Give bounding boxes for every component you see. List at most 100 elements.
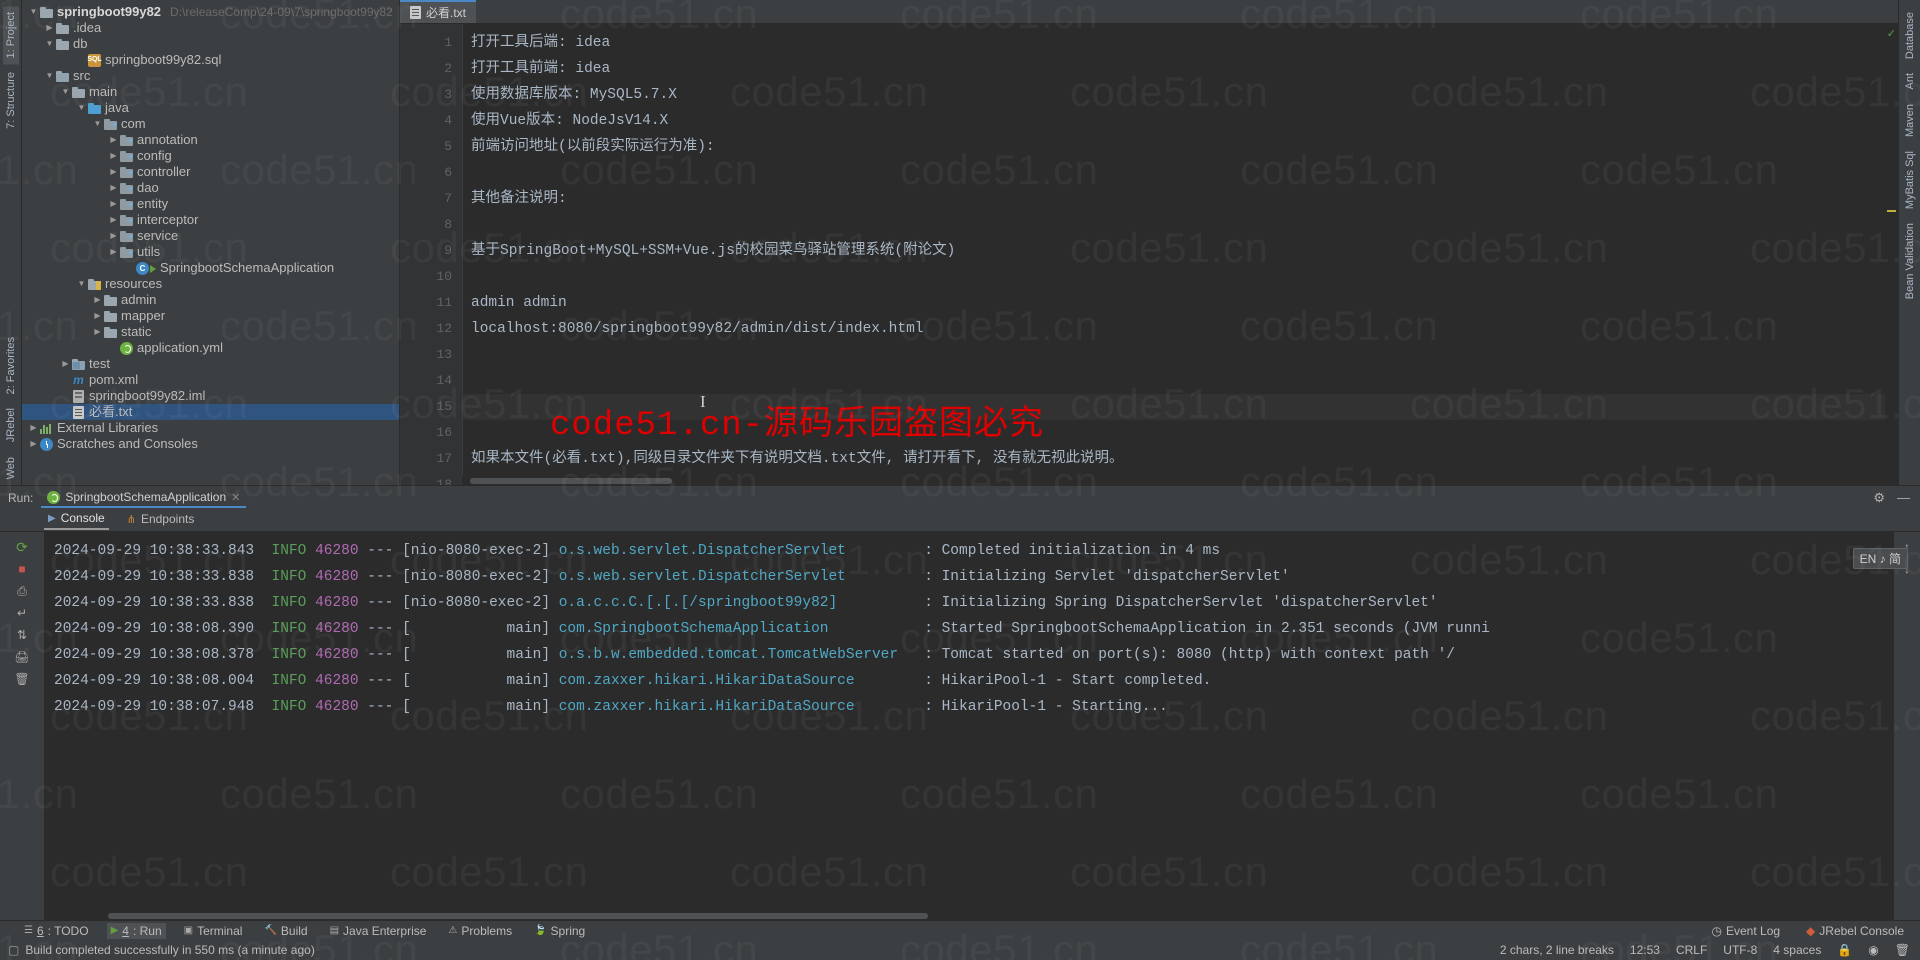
tree-item-config[interactable]: ▶ config [22, 148, 399, 164]
tree-item-springbootschemaapplication[interactable]: · SpringbootSchemaApplication [22, 260, 399, 276]
status-tool-run[interactable]: ▶ 4: Run [106, 922, 166, 939]
status-tool-terminal[interactable]: ▣ Terminal [180, 923, 247, 939]
chevron-right-icon[interactable]: ▶ [108, 244, 119, 260]
chevron-right-icon[interactable]: ▶ [92, 292, 103, 308]
chevron-right-icon[interactable]: ▶ [92, 308, 103, 324]
chevron-right-icon[interactable]: ▶ [60, 356, 71, 372]
tree-item-mapper[interactable]: ▶ mapper [22, 308, 399, 324]
tree-item-application-yml[interactable]: · application.yml [22, 340, 399, 356]
indent-setting[interactable]: 4 spaces [1773, 943, 1821, 957]
chevron-right-icon[interactable]: ▶ [28, 436, 39, 452]
screenshot-icon[interactable]: ⎙ [11, 580, 33, 602]
chevron-right-icon[interactable]: ▶ [44, 20, 55, 36]
chevron-right-icon[interactable]: ▶ [92, 324, 103, 340]
tree-item-springboot99y82-sql[interactable]: ·SQLspringboot99y82.sql [22, 52, 399, 68]
tree-item-label: SpringbootSchemaApplication [160, 260, 335, 275]
ime-language-badge[interactable]: EN ♪ 简 [1852, 548, 1908, 569]
status-tool-javaenterprise[interactable]: ▤ Java Enterprise [326, 923, 431, 939]
tree-item--txt[interactable]: · 必看.txt [22, 404, 399, 420]
caret-position[interactable]: 12:53 [1630, 943, 1660, 957]
status-tool-problems[interactable]: ⚠ Problems [444, 923, 516, 939]
status-tool-build[interactable]: 🔨 Build [260, 923, 311, 939]
marker-gutter[interactable]: ✓ [1885, 24, 1898, 485]
tab-endpoints[interactable]: ⋔ Endpoints [123, 512, 199, 529]
console-output[interactable]: 2024-09-29 10:38:33.843 INFO 46280 --- [… [44, 532, 1894, 920]
tree-item-annotation[interactable]: ▶ annotation [22, 132, 399, 148]
tool-tab-maven[interactable]: Maven [1902, 98, 1918, 143]
chevron-right-icon[interactable]: ▶ [108, 148, 119, 164]
editor-horizontal-scrollbar[interactable] [462, 476, 1898, 485]
tree-item-utils[interactable]: ▶ utils [22, 244, 399, 260]
tree-item-entity[interactable]: ▶ entity [22, 196, 399, 212]
tree-item-db[interactable]: ▼ db [22, 36, 399, 52]
chevron-right-icon[interactable]: ▶ [108, 196, 119, 212]
chevron-right-icon[interactable]: ▶ [108, 132, 119, 148]
jrebel-console-button[interactable]: ◆ JRebel Console [1802, 923, 1908, 939]
status-tool-todo[interactable]: ☰ 6: TODO [20, 923, 93, 939]
tool-tab-structure[interactable]: 7: Structure [3, 66, 19, 135]
tree-item-springboot99y82-iml[interactable]: · springboot99y82.iml [22, 388, 399, 404]
status-tool-spring[interactable]: 🍃 Spring [530, 923, 589, 939]
chevron-down-icon[interactable]: ▼ [92, 116, 103, 132]
tree-item-static[interactable]: ▶ static [22, 324, 399, 340]
clear-all-icon[interactable]: 🗑 [11, 668, 33, 690]
tree-item-admin[interactable]: ▶ admin [22, 292, 399, 308]
stop-icon[interactable]: ■ [11, 558, 33, 580]
tree-item-src[interactable]: ▼ src [22, 68, 399, 84]
editor-tab-必看-txt[interactable]: 必看.txt [400, 0, 477, 23]
tree-item-external-libraries[interactable]: ▶ External Libraries [22, 420, 399, 436]
tree-item--idea[interactable]: ▶ .idea [22, 20, 399, 36]
chevron-down-icon[interactable]: ▼ [76, 276, 87, 292]
chevron-right-icon[interactable]: ▶ [108, 228, 119, 244]
print-icon[interactable]: 🖨 [11, 646, 33, 668]
minimize-icon[interactable]: — [1897, 490, 1910, 506]
tree-item-service[interactable]: ▶ service [22, 228, 399, 244]
chevron-down-icon[interactable]: ▼ [28, 4, 39, 20]
project-root-row[interactable]: ▼ springboot99y82 D:\releaseComp\24-09\7\s… [22, 4, 399, 20]
chevron-right-icon[interactable]: ▶ [108, 180, 119, 196]
tool-tab-ant[interactable]: Ant [1902, 67, 1918, 96]
tree-item-scratches-and-consoles[interactable]: ▶ Scratches and Consoles [22, 436, 399, 452]
tree-item-resources[interactable]: ▼ resources [22, 276, 399, 292]
line-separator[interactable]: CRLF [1676, 943, 1707, 957]
tree-item-pom-xml[interactable]: ·m pom.xml [22, 372, 399, 388]
tool-tab-project[interactable]: 1: Project [2, 6, 19, 65]
lock-icon[interactable]: 🔒 [1837, 943, 1852, 957]
chevron-down-icon[interactable]: ▼ [44, 36, 55, 52]
project-tree[interactable]: ▼ springboot99y82 D:\releaseComp\24-09\7\s… [22, 0, 399, 485]
scroll-to-end-icon[interactable]: ⇅ [11, 624, 33, 646]
editor-viewport[interactable]: 1 2 3 4 5 6 7 8 9 10 11 12 13 14 15 16 17 18 打开工具后端: idea… [400, 24, 1898, 485]
rerun-icon[interactable]: ⟳ [11, 536, 33, 558]
wrap-text-icon[interactable]: ↵ [11, 602, 33, 624]
tool-tab-favorites[interactable]: 2: Favorites [3, 331, 19, 400]
chevron-right-icon[interactable]: ▶ [108, 212, 119, 228]
tree-item-interceptor[interactable]: ▶ interceptor [22, 212, 399, 228]
event-log-button[interactable]: ◷ Event Log [1708, 923, 1785, 939]
close-icon[interactable]: ✕ [231, 491, 240, 504]
tool-tab-bean-validation[interactable]: Bean Validation [1902, 217, 1918, 305]
tree-item-main[interactable]: ▼ main [22, 84, 399, 100]
run-gutter-icon[interactable] [150, 264, 157, 273]
console-horizontal-scrollbar[interactable] [44, 911, 1894, 920]
tab-console[interactable]: ▶ Console [44, 511, 109, 530]
file-encoding[interactable]: UTF-8 [1723, 943, 1757, 957]
chevron-right-icon[interactable]: ▶ [108, 164, 119, 180]
tree-item-dao[interactable]: ▶ dao [22, 180, 399, 196]
tool-tab-jrebel[interactable]: JRebel [3, 402, 19, 448]
tree-item-java[interactable]: ▼ java [22, 100, 399, 116]
tree-item-com[interactable]: ▼ com [22, 116, 399, 132]
run-configuration-tab[interactable]: SpringbootSchemaApplication ✕ [41, 488, 247, 508]
chevron-down-icon[interactable]: ▼ [44, 68, 55, 84]
inspection-level-icon[interactable]: ◉ [1868, 943, 1878, 957]
chevron-right-icon[interactable]: ▶ [28, 420, 39, 436]
tree-item-controller[interactable]: ▶ controller [22, 164, 399, 180]
chevron-down-icon[interactable]: ▼ [76, 100, 87, 116]
trash-icon[interactable]: 🗑 [1895, 943, 1910, 957]
tool-tab-mybatis-sql[interactable]: MyBatis Sql [1902, 145, 1918, 215]
tree-item-test[interactable]: ▶ test [22, 356, 399, 372]
tool-tab-database[interactable]: Database [1902, 6, 1918, 65]
chevron-down-icon[interactable]: ▼ [60, 84, 71, 100]
gear-icon[interactable]: ⚙ [1873, 490, 1885, 506]
text-file-icon [71, 405, 86, 419]
tool-tab-web[interactable]: Web [3, 451, 19, 485]
